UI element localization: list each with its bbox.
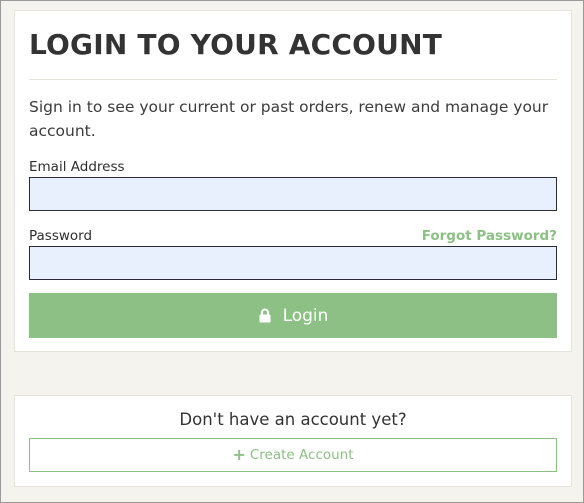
- create-account-label: Create Account: [249, 447, 354, 463]
- create-account-card: Don't have an account yet? + Create Acco…: [14, 395, 572, 487]
- divider: [29, 79, 557, 80]
- email-label: Email Address: [29, 159, 125, 175]
- password-field[interactable]: [29, 246, 557, 280]
- email-field[interactable]: [29, 177, 557, 211]
- forgot-password-link[interactable]: Forgot Password?: [422, 227, 557, 245]
- no-account-prompt: Don't have an account yet?: [179, 410, 407, 429]
- plus-icon: +: [232, 445, 246, 464]
- page-title: LOGIN TO YOUR ACCOUNT: [29, 28, 443, 61]
- lock-icon: [258, 308, 272, 324]
- login-button-label: Login: [282, 305, 329, 326]
- password-label: Password: [29, 228, 93, 244]
- login-card: LOGIN TO YOUR ACCOUNT Sign in to see you…: [14, 10, 572, 352]
- create-account-button[interactable]: + Create Account: [29, 438, 557, 472]
- login-button[interactable]: Login: [29, 293, 557, 338]
- intro-text: Sign in to see your current or past orde…: [29, 98, 549, 140]
